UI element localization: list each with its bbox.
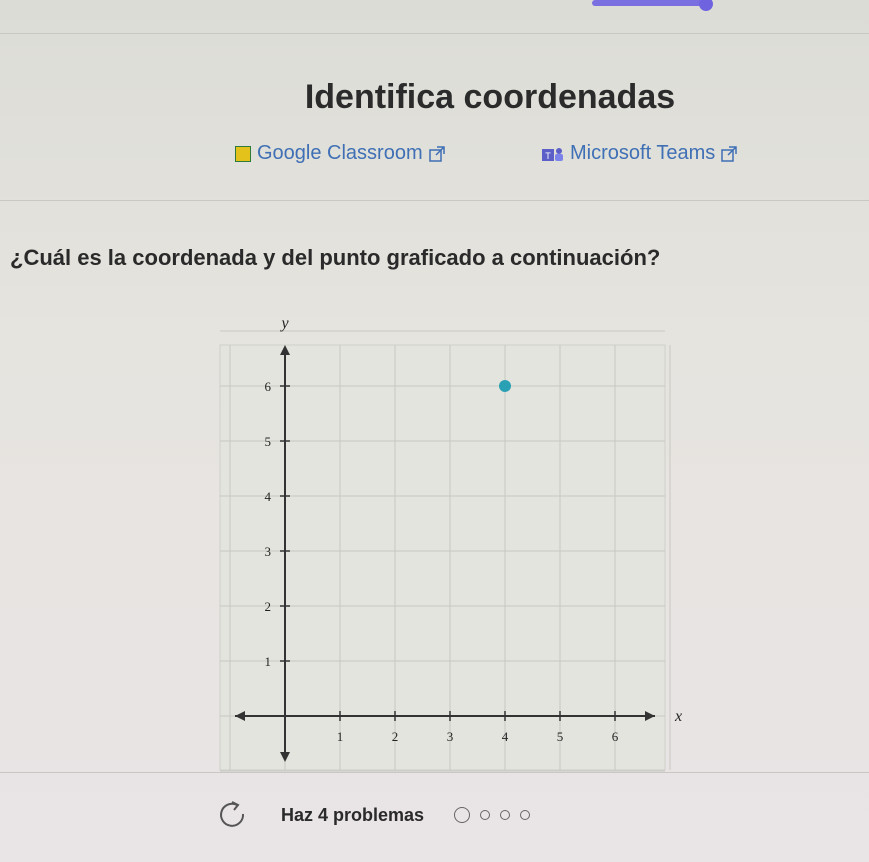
progress-dot <box>500 810 511 820</box>
progress-bar <box>0 0 869 11</box>
y-tick-label: 6 <box>265 379 272 394</box>
y-tick-label: 5 <box>265 434 272 449</box>
progress-dot <box>520 810 531 820</box>
question-text: ¿Cuál es la coordenada y del punto grafi… <box>10 245 661 270</box>
divider <box>0 200 869 201</box>
x-tick-label: 3 <box>447 729 454 744</box>
microsoft-teams-label: Microsoft Teams <box>570 142 716 164</box>
external-link-icon <box>721 145 737 162</box>
x-tick-label: 5 <box>557 729 564 744</box>
y-axis-label: y <box>279 315 289 332</box>
x-tick-label: 4 <box>502 729 509 744</box>
x-axis-label: x <box>674 708 682 725</box>
x-tick-label: 2 <box>392 729 399 744</box>
svg-text:T: T <box>545 151 551 161</box>
page-title: Identifica coordenadas <box>304 78 676 116</box>
progress-dots <box>454 807 531 823</box>
y-tick-label: 1 <box>265 654 272 669</box>
footer: Haz 4 problemas <box>215 800 531 830</box>
y-tick-label: 4 <box>265 489 272 504</box>
google-classroom-icon <box>235 145 251 162</box>
x-tick-label: 6 <box>612 729 619 744</box>
progress-dot <box>454 807 471 823</box>
microsoft-teams-link[interactable]: T Microsoft Teams <box>540 142 737 165</box>
divider <box>0 33 869 34</box>
graph-background <box>219 344 666 771</box>
external-link-icon <box>428 145 445 162</box>
plotted-point <box>499 380 511 392</box>
progress-knob <box>698 0 713 11</box>
retry-icon <box>220 801 245 827</box>
progress-dot <box>480 810 491 820</box>
google-classroom-link[interactable]: Google Classroom <box>235 142 445 165</box>
y-tick-label: 3 <box>265 544 272 559</box>
google-classroom-label: Google Classroom <box>257 142 423 164</box>
progress-fill <box>592 0 706 6</box>
problem-count-label: Haz 4 problemas <box>281 804 425 825</box>
divider <box>0 772 869 773</box>
x-tick-label: 1 <box>337 729 344 744</box>
coordinate-graph: 1 2 3 4 5 6 1 2 3 4 5 6 x y <box>219 315 682 772</box>
teams-icon: T <box>542 147 563 161</box>
y-tick-label: 2 <box>265 599 272 614</box>
